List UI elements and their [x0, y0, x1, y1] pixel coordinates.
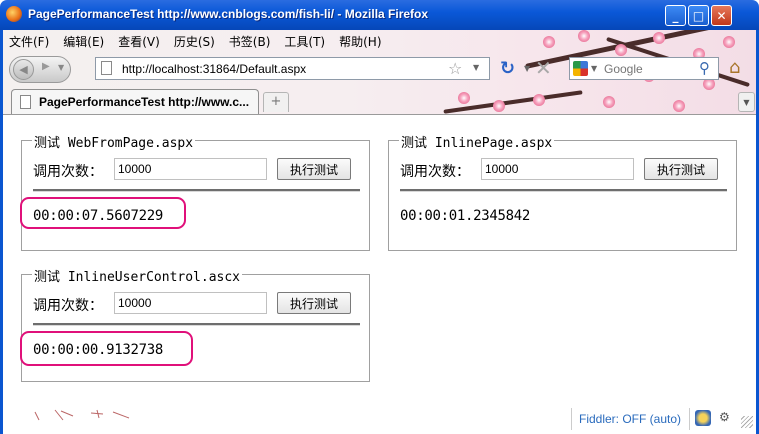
fiddler-status[interactable]: Fiddler: OFF (auto)	[579, 412, 681, 426]
maximize-button[interactable]: □	[688, 5, 709, 26]
history-dropdown-icon[interactable]: ▼	[58, 63, 64, 72]
back-button[interactable]: ◀	[13, 59, 34, 80]
panel-inlinepage: 测试 InlinePage.aspx 调用次数： 执行测试 00:00:01.2…	[388, 132, 737, 251]
reload-icon[interactable]: ↻	[500, 58, 515, 79]
menu-tools[interactable]: 工具(T)	[284, 33, 325, 51]
menu-view[interactable]: 查看(V)	[118, 33, 160, 51]
minimize-button[interactable]: _	[665, 5, 686, 26]
menu-help[interactable]: 帮助(H)	[339, 33, 381, 51]
search-input[interactable]	[604, 60, 692, 77]
browser-chrome: 文件(F) 编辑(E) 查看(V) 历史(S) 书签(B) 工具(T) 帮助(H…	[0, 30, 759, 114]
panel-legend: 测试 InlinePage.aspx	[399, 132, 555, 151]
google-icon[interactable]	[573, 61, 588, 76]
count-input[interactable]	[114, 158, 267, 180]
highlight-webfrompage-result	[20, 197, 186, 229]
bookmark-star-icon[interactable]: ☆	[448, 59, 462, 78]
navigation-toolbar: ◀ ▶ ▼ http://localhost:31864/Default.asp…	[3, 52, 756, 86]
addon-icon[interactable]	[695, 410, 711, 426]
network-icon[interactable]: ⚙	[719, 410, 735, 426]
menu-file[interactable]: 文件(F)	[9, 33, 49, 51]
divider	[33, 189, 360, 192]
divider	[33, 323, 360, 326]
panel-legend: 测试 WebFromPage.aspx	[32, 132, 196, 151]
page-icon	[101, 61, 112, 75]
page-content: 测试 WebFromPage.aspx 调用次数： 执行测试 00:00:07.…	[3, 114, 756, 404]
panel-legend: 测试 InlineUserControl.ascx	[32, 266, 243, 285]
run-test-button[interactable]: 执行测试	[277, 158, 351, 180]
status-bar: Fiddler: OFF (auto) ⚙	[3, 404, 756, 434]
menu-bookmarks[interactable]: 书签(B)	[229, 33, 271, 51]
tab-title: PagePerformanceTest http://www.c...	[39, 95, 250, 109]
window-title: PagePerformanceTest http://www.cnblogs.c…	[28, 7, 429, 21]
new-tab-button[interactable]: +	[263, 92, 289, 112]
count-input[interactable]	[114, 292, 267, 314]
search-icon[interactable]: ⚲	[699, 59, 710, 77]
address-bar[interactable]: http://localhost:31864/Default.aspx ☆ ▼	[95, 57, 490, 80]
tab-bar: PagePerformanceTest http://www.c... + ▼	[3, 86, 756, 114]
menu-bar: 文件(F) 编辑(E) 查看(V) 历史(S) 书签(B) 工具(T) 帮助(H…	[9, 33, 382, 51]
window-title-bar: PagePerformanceTest http://www.cnblogs.c…	[0, 0, 759, 30]
run-test-button[interactable]: 执行测试	[277, 292, 351, 314]
panel-webfrompage: 测试 WebFromPage.aspx 调用次数： 执行测试 00:00:07.…	[21, 132, 370, 251]
reload-dropdown-icon[interactable]: ▼	[524, 64, 530, 73]
back-forward-control: ◀ ▶ ▼	[9, 56, 71, 83]
blossom-theme-decoration	[34, 409, 130, 421]
status-separator	[689, 408, 690, 430]
count-input[interactable]	[481, 158, 634, 180]
status-separator	[571, 408, 572, 430]
elapsed-time: 00:00:01.2345842	[400, 208, 531, 224]
url-dropdown-icon[interactable]: ▼	[473, 63, 479, 72]
url-text[interactable]: http://localhost:31864/Default.aspx	[122, 62, 306, 76]
count-label: 调用次数：	[33, 298, 103, 314]
stop-icon[interactable]: ✕	[535, 56, 552, 80]
menu-edit[interactable]: 编辑(E)	[63, 33, 104, 51]
run-test-button[interactable]: 执行测试	[644, 158, 718, 180]
menu-history[interactable]: 历史(S)	[174, 33, 215, 51]
close-button[interactable]: ✕	[711, 5, 732, 26]
highlight-inlineusercontrol-result	[20, 331, 193, 366]
tab-page-icon	[20, 95, 31, 109]
tab-page-performance-test[interactable]: PagePerformanceTest http://www.c...	[11, 89, 259, 114]
forward-button[interactable]: ▶	[42, 61, 50, 72]
search-box[interactable]: ▼ ⚲	[569, 57, 719, 80]
home-icon[interactable]: ⌂	[729, 57, 740, 78]
tab-list-dropdown-icon[interactable]: ▼	[738, 92, 755, 112]
count-label: 调用次数：	[33, 164, 103, 180]
resize-grip[interactable]	[741, 416, 753, 428]
firefox-icon	[6, 6, 22, 22]
count-label: 调用次数：	[400, 164, 470, 180]
search-engine-dropdown-icon[interactable]: ▼	[591, 64, 597, 73]
divider	[400, 189, 727, 192]
